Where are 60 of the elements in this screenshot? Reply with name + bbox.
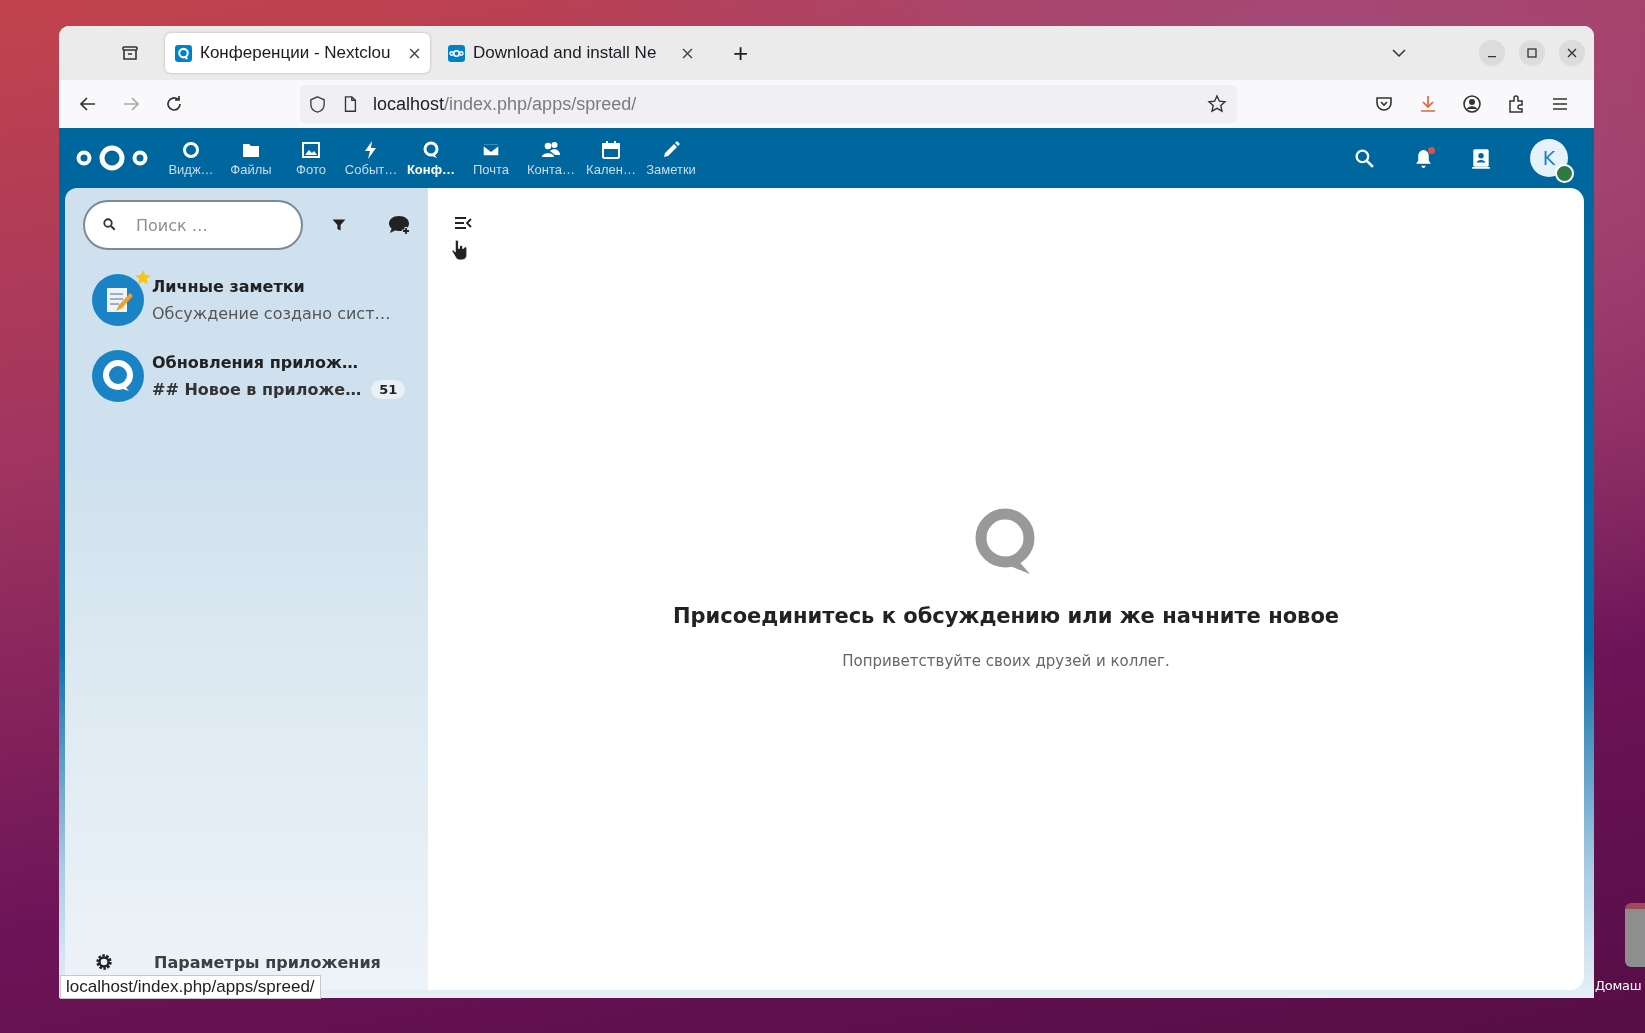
search-icon xyxy=(102,217,117,232)
chat-bubble-icon xyxy=(421,139,441,160)
empty-state-title: Присоединитесь к обсуждению или же начните новое xyxy=(672,604,1340,628)
app-nav-item[interactable]: Фото xyxy=(281,139,341,177)
search-icon[interactable] xyxy=(1354,147,1375,169)
app-nav-item[interactable]: Видж… xyxy=(161,139,221,177)
ring-icon xyxy=(181,139,201,160)
unread-count: 51 xyxy=(371,380,406,399)
contacts-icon[interactable] xyxy=(1470,147,1492,169)
url-text[interactable]: localhost/index.php/apps/spreed/ xyxy=(373,93,637,115)
conversation-preview: ## Новое в приложе… xyxy=(152,380,362,399)
notifications-icon[interactable] xyxy=(1413,147,1434,169)
user-avatar[interactable]: K xyxy=(1530,139,1568,177)
pointer-cursor-icon xyxy=(451,240,468,261)
desktop-icon-label[interactable]: Домаш xyxy=(1595,978,1642,993)
close-tab-icon[interactable] xyxy=(409,47,420,59)
browser-tab[interactable]: Download and install Ne xyxy=(438,33,703,73)
search-field[interactable]: Поиск … xyxy=(83,200,303,250)
pocket-icon[interactable] xyxy=(1374,94,1394,114)
app-nav-item[interactable]: Конта… xyxy=(521,139,581,177)
conversation-preview: Обсуждение создано сист… xyxy=(152,304,391,323)
status-url-tooltip: localhost/index.php/apps/spreed/ xyxy=(60,975,321,999)
minimize-icon xyxy=(1487,56,1497,58)
maximize-icon xyxy=(1527,48,1537,58)
people-icon xyxy=(541,139,561,160)
conversation-title: Обновления прилож… xyxy=(152,353,359,372)
maximize-button[interactable] xyxy=(1519,40,1545,66)
extensions-icon[interactable] xyxy=(1506,94,1526,114)
shield-icon[interactable] xyxy=(308,94,327,114)
new-chat-icon[interactable] xyxy=(387,214,411,236)
empty-state-text: Поприветствуйте своих друзей и коллег. xyxy=(842,652,1170,670)
gear-icon xyxy=(94,952,114,972)
filter-icon[interactable] xyxy=(331,217,347,233)
app-nav-item[interactable]: Заметки xyxy=(641,139,701,177)
conversation-item[interactable]: Личные заметки Обсуждение создано сист… xyxy=(92,274,428,326)
conversation-title: Личные заметки xyxy=(152,277,306,296)
tab-list-icon[interactable] xyxy=(120,43,140,63)
reload-icon[interactable] xyxy=(164,94,184,114)
conversation-item[interactable]: Обновления прилож… ## Новое в приложе… 51 xyxy=(92,350,428,402)
app-nav-item[interactable]: Кален… xyxy=(581,139,641,177)
account-icon[interactable] xyxy=(1462,94,1482,114)
address-bar[interactable]: localhost/index.php/apps/spreed/ xyxy=(300,85,1237,123)
browser-tab[interactable]: Конференции - Nextclou xyxy=(165,33,430,73)
favicon-icon xyxy=(175,44,192,62)
close-tab-icon[interactable] xyxy=(682,47,693,59)
app-nav-item[interactable]: Почта xyxy=(461,139,521,177)
app-nav-item[interactable]: Конф… xyxy=(401,139,461,177)
close-button[interactable] xyxy=(1559,40,1585,66)
notepad-avatar-icon xyxy=(92,274,144,326)
calendar-icon xyxy=(601,139,621,160)
image-icon xyxy=(301,139,321,160)
favicon-icon xyxy=(448,44,465,62)
star-icon[interactable] xyxy=(1207,94,1227,114)
pencil-icon xyxy=(661,139,681,160)
app-nav-item[interactable]: Событ… xyxy=(341,139,401,177)
new-tab-button[interactable]: + xyxy=(733,40,749,66)
download-icon[interactable] xyxy=(1418,94,1438,114)
close-icon xyxy=(1567,48,1577,58)
app-nav-item[interactable]: Файлы xyxy=(221,139,281,177)
talk-avatar-icon xyxy=(92,350,144,402)
